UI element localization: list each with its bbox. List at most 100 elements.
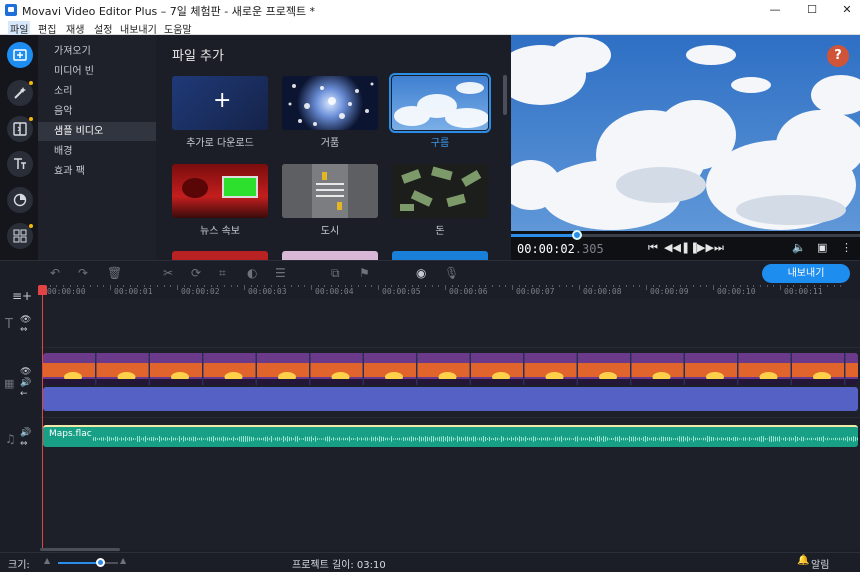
zoom-in-icon[interactable]: ▲ [120,556,126,565]
redo-icon[interactable]: ↷ [78,266,88,280]
category-import[interactable]: 가져오기 [38,42,156,61]
more-options-icon[interactable]: ⋮ [841,241,852,254]
waveform-bar [471,437,472,441]
waveform-bar [741,438,742,440]
volume-icon[interactable]: 🔊 [20,378,31,388]
clip-properties-icon[interactable]: ☰ [275,266,286,280]
zoom-out-icon[interactable]: ▲ [44,556,50,565]
playhead[interactable] [42,285,43,550]
skip-start-icon[interactable]: ⏮ [648,241,658,255]
content-heading: 파일 추가 [172,49,224,64]
category-sounds[interactable]: 소리 [38,82,156,101]
menu-edit[interactable]: 편집 [38,21,56,36]
overlay-icon[interactable]: ⧉ [331,266,340,281]
minimize-button[interactable]: — [758,0,792,20]
skip-end-icon[interactable]: ⏭ [714,241,724,255]
ruler-tick-mark [317,285,319,287]
waveform-bar [175,437,176,441]
sample-tile-partial[interactable] [282,251,378,260]
category-sample-videos[interactable]: 샘플 비디오 [38,122,156,141]
menu-help[interactable]: 도움말 [164,21,192,36]
waveform-bar [569,437,570,441]
sample-tile-bubbles[interactable] [282,76,378,130]
delete-icon[interactable]: 🗑 [107,266,122,280]
sample-tile-partial[interactable] [392,251,488,260]
audio-clip[interactable]: Maps.flac [43,425,858,447]
waveform-bar [125,436,126,442]
category-music[interactable]: 음악 [38,102,156,121]
menu-settings[interactable]: 설정 [94,21,112,36]
category-backgrounds[interactable]: 배경 [38,142,156,161]
category-media-bin[interactable]: 미디어 빈 [38,62,156,81]
volume-icon[interactable]: 🔈 [792,241,806,254]
download-more-tile[interactable]: + [172,76,268,130]
crop-icon[interactable]: ⌗ [219,266,226,281]
waveform-bar [639,437,640,441]
video-clip[interactable] [43,353,858,385]
webcam-icon[interactable]: ◉ [416,266,426,280]
waveform-bar [253,437,254,441]
waveform-bar [135,438,136,440]
close-button[interactable]: ✕ [830,0,860,20]
waveform-bar [279,437,280,441]
link-icon[interactable]: ← [20,389,28,399]
eye-icon[interactable]: 👁 [20,367,31,377]
sample-tile-partial[interactable] [172,251,268,260]
bell-icon[interactable]: 🔔 [797,555,809,566]
volume-icon[interactable]: 🔊 [20,428,31,438]
ruler-tick-mark [197,285,199,287]
category-effect-packs[interactable]: 효과 팩 [38,162,156,181]
titles-button[interactable] [7,151,33,177]
link-icon[interactable]: ⇔ [20,325,28,335]
filters-button[interactable] [7,187,33,213]
help-button[interactable]: ? [827,45,849,67]
step-forward-icon[interactable]: ▶▶ [697,241,714,254]
ruler-tick-mark [110,285,111,290]
titles-icon [14,158,26,169]
waveform-bar [129,437,130,441]
color-adjust-icon[interactable]: ◐ [247,266,257,280]
ruler-tick-mark [203,285,205,287]
timeline-ruler[interactable]: 00:00:00 00:00:01 00:00:02 00:00:03 00:00:04… [40,285,860,299]
maximize-button[interactable]: ☐ [795,0,829,20]
waveform-bar [195,436,196,442]
link-icon[interactable]: ⇔ [20,439,28,449]
ruler-tick-mark [605,285,607,287]
zoom-handle[interactable] [96,558,105,567]
ruler-tick-label: 00:00:11 [784,287,823,296]
menu-file[interactable]: 파일 [8,21,31,36]
waveform-bar [681,436,682,442]
add-track-icon[interactable]: ≡+ [12,289,32,303]
menu-export[interactable]: 내보내기 [120,21,157,36]
notifications-label[interactable]: 알림 [811,556,829,571]
cut-icon[interactable]: ✂ [163,266,173,280]
waveform-bar [553,438,554,440]
overlay-clip[interactable] [43,387,858,411]
waveform-bar [513,437,514,441]
ruler-tick-label: 00:00:00 [47,287,86,296]
waveform-bar [757,437,758,441]
menu-playback[interactable]: 재생 [66,21,84,36]
eye-icon[interactable]: 👁 [20,315,31,325]
preview-progress-bar[interactable] [511,230,860,240]
sample-tile-clouds[interactable] [389,73,491,133]
track-divider [40,417,860,418]
sample-tile-money[interactable] [392,164,488,218]
waveform-bar [591,437,592,441]
microphone-icon[interactable]: 🎙 [444,266,459,280]
step-back-icon[interactable]: ◀◀ [664,241,681,254]
export-button[interactable]: 내보내기 [762,264,850,283]
ruler-tick-mark [572,285,574,287]
marker-icon[interactable]: ⚑ [359,266,370,280]
timeline-scrollbar[interactable] [40,548,120,551]
zoom-slider[interactable] [58,558,118,567]
rotate-icon[interactable]: ⟳ [191,266,201,280]
ruler-tick-mark [116,285,118,287]
snapshot-icon[interactable]: ▣ [817,241,827,254]
undo-icon[interactable]: ↶ [50,266,60,280]
progress-handle[interactable] [572,230,583,240]
sample-tile-breaking-news[interactable] [172,164,268,218]
content-scrollbar[interactable] [503,75,507,115]
import-files-button[interactable] [7,42,33,68]
sample-tile-city[interactable] [282,164,378,218]
